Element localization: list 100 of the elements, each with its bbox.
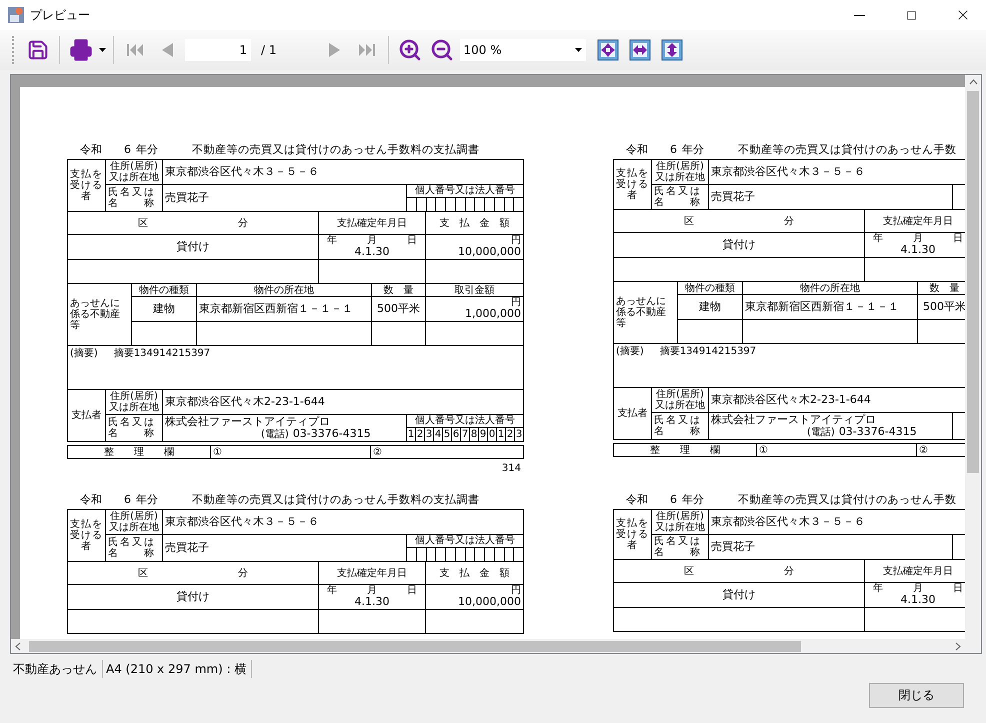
column-header: 取引金額 (426, 284, 524, 296)
amount-text: 10,000,000 (458, 596, 521, 608)
address-text: 東京都渋谷区代々木３－５－６ (162, 510, 524, 534)
date-units: 年 月 日 (327, 586, 417, 596)
page-number-field[interactable]: 1 (185, 39, 251, 61)
remarks-label: 整 理 欄 (68, 446, 210, 458)
digit-cell: 2 (416, 428, 425, 441)
skip-back-icon (125, 41, 145, 59)
column-header: 物件の種類 (678, 282, 742, 294)
address-text: 東京都渋谷区代々木2-23-1-644 (162, 390, 524, 414)
memo-text: 摘要134914215397 (660, 346, 756, 357)
name-text: 売買花子 (162, 534, 406, 562)
date-text: 4.1.30 (900, 244, 936, 256)
era-text: 令和 (80, 142, 102, 157)
year-text: 6 (670, 493, 677, 506)
column-header: 数 量 (372, 284, 426, 296)
digit-cell: 1 (407, 428, 416, 441)
field-label: 氏名又は名 称 (652, 412, 708, 440)
year-text: 6 (670, 143, 677, 156)
phone-label: (電話) (261, 429, 289, 440)
category-text: 貸付け (614, 582, 864, 608)
field-label: 住所(居所) 又は所在地 (652, 510, 708, 534)
amount-text: 10,000,000 (458, 246, 521, 258)
column-header: 区 分 (614, 560, 864, 582)
group-label: 支払を受ける者 (68, 510, 106, 562)
triangle-right-icon (326, 41, 342, 59)
era-text: 令和 (80, 492, 102, 507)
name-text: 売買花子 (708, 184, 952, 210)
close-dialog-button[interactable]: 閉じる (869, 683, 964, 708)
yen-unit: 円 (511, 298, 521, 308)
number-label: 個人番号又は法人番号 (414, 415, 516, 427)
quantity-text: 500平米 (372, 296, 426, 322)
field-label: 氏名又は名 称 (106, 414, 162, 442)
field-label: 氏名又は名 称 (106, 534, 162, 562)
field-label: 住所(居所) 又は所在地 (106, 510, 162, 534)
field-label: 住所(居所) 又は所在地 (106, 390, 162, 414)
year-text: 6 (124, 143, 131, 156)
digit-cell: 9 (479, 428, 488, 441)
form-title: 不動産等の売買又は貸付けのあっせん手数料の支払調書 (192, 142, 480, 157)
date-units: 年 月 日 (873, 584, 963, 594)
name-text: 株式会社ファーストアイティプロ (711, 414, 876, 426)
digit-cell: 4 (434, 428, 443, 441)
form-title: 不動産等の売買又は貸付けのあっせん手数 (738, 142, 956, 157)
group-label: あっせんに係る不動産等 (614, 282, 678, 344)
app-icon (8, 7, 24, 23)
page-number: 314 (502, 463, 521, 474)
digit-cell: 5 (443, 428, 452, 441)
page-total-text: / 1 (261, 43, 276, 57)
era-text: 令和 (626, 492, 648, 507)
digit-cell: 7 (461, 428, 470, 441)
era-text: 令和 (626, 142, 648, 157)
category-text: 貸付け (68, 234, 318, 260)
column-header: 物件の所在地 (196, 284, 372, 296)
caret-icon (574, 48, 582, 52)
save-icon (27, 39, 49, 61)
date-text: 4.1.30 (354, 596, 390, 608)
group-label: 支払者 (614, 388, 652, 440)
phone-label: (電話) (807, 427, 835, 438)
year-text: 6 (124, 493, 131, 506)
yen-unit: 円 (511, 586, 521, 596)
property-type-text: 建物 (132, 296, 196, 322)
zoom-out-icon (430, 38, 454, 62)
field-label: 住所(居所) 又は所在地 (106, 160, 162, 184)
number-label: 個人番号又は法人番号 (414, 185, 516, 197)
window-title: プレビュー (30, 6, 91, 24)
price-text: 1,000,000 (465, 308, 521, 320)
skip-forward-icon (356, 41, 376, 59)
form-title: 不動産等の売買又は貸付けのあっせん手数料の支払調書 (192, 492, 480, 507)
digit-cell: 0 (488, 428, 497, 441)
digit-cell: 8 (470, 428, 479, 441)
digit-cell: 3 (425, 428, 434, 441)
horizontal-arrows-icon (628, 39, 650, 61)
group-label: 支払を受ける者 (614, 510, 652, 560)
number-label: 個人番号又は法人番号 (414, 535, 516, 547)
status-text: 不動産あっせん (10, 660, 103, 678)
field-label: 氏名又は名 称 (106, 184, 162, 212)
name-text: 株式会社ファーストアイティプロ (165, 416, 330, 428)
memo-label: (摘要) (70, 348, 98, 359)
field-label: 氏名又は名 称 (652, 534, 708, 560)
phone-text: 03-3376-4315 (838, 426, 917, 438)
yen-unit: 円 (511, 236, 521, 246)
column-header: 区 分 (68, 562, 318, 584)
remarks-slot: ① (756, 444, 916, 456)
column-header: 区 分 (614, 210, 864, 232)
year-suffix-text: 年分 (682, 142, 704, 157)
date-text: 4.1.30 (354, 246, 390, 258)
location-text: 東京都新宿区西新宿１－１－１ (742, 294, 918, 320)
column-header: 区 分 (68, 212, 318, 234)
year-suffix-text: 年分 (136, 142, 158, 157)
field-label: 住所(居所) 又は所在地 (652, 388, 708, 412)
zoom-in-icon (398, 38, 422, 62)
phone-text: 03-3376-4315 (292, 428, 371, 440)
digit-cell: 2 (506, 428, 515, 441)
move-arrows-icon (596, 39, 618, 61)
maximize-icon (906, 10, 916, 20)
minimize-icon (854, 14, 864, 16)
column-header: 支払確定年月日 (318, 562, 426, 584)
zoom-dropdown[interactable]: 100 % (460, 39, 586, 61)
digit-cell: 3 (515, 428, 523, 441)
column-header: 物件の種類 (132, 284, 196, 296)
